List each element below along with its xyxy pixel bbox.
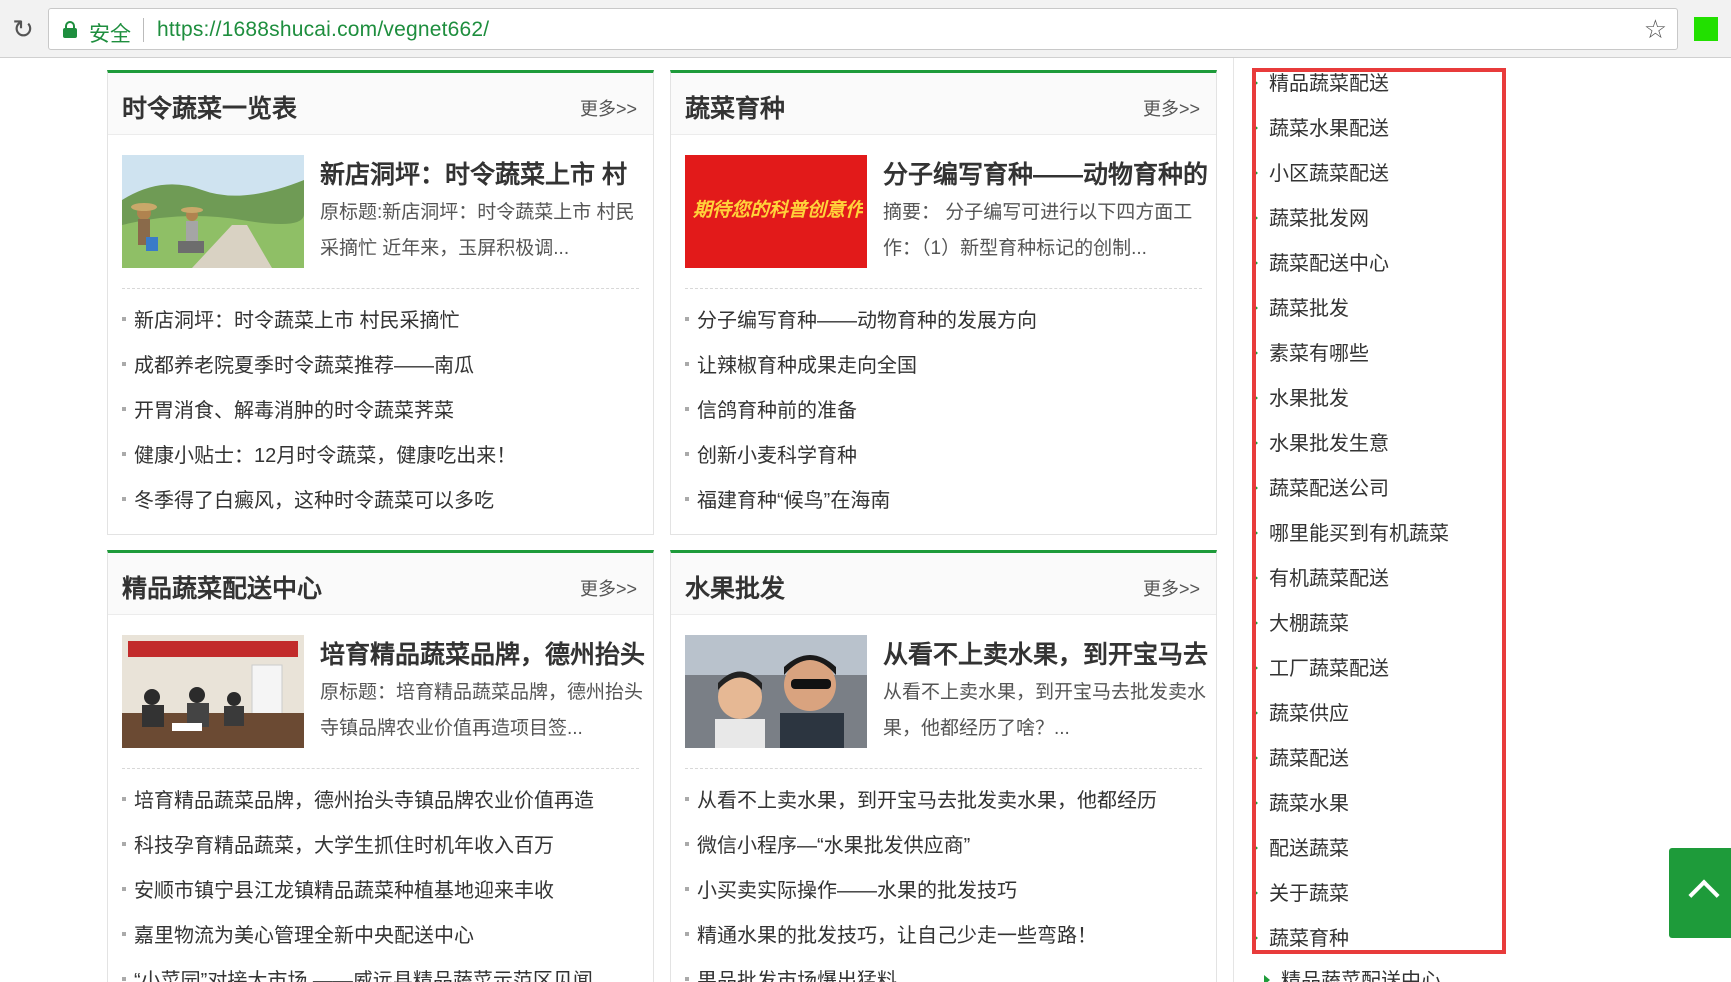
feature-thumbnail[interactable]: 期待您的科普创意作品: [685, 155, 867, 268]
star-icon[interactable]: ☆: [1644, 14, 1667, 45]
list-item[interactable]: 开胃消食、解毒消肿的时令蔬菜荠菜: [122, 389, 643, 434]
feature-title[interactable]: 新店洞坪：时令蔬菜上市 村: [320, 155, 650, 191]
highlight-box: [1252, 68, 1506, 954]
more-link[interactable]: 更多>>: [580, 95, 637, 121]
panel-header: 精品蔬菜配送中心 更多>>: [108, 553, 653, 615]
more-link[interactable]: 更多>>: [580, 575, 637, 601]
list-item[interactable]: 信鸽育种前的准备: [685, 389, 1206, 434]
feature-title[interactable]: 培育精品蔬菜品牌，德州抬头: [320, 635, 650, 671]
chevron-up-icon: [1688, 879, 1720, 911]
divider: [122, 768, 639, 769]
list-item[interactable]: 微信小程序—“水果批发供应商”: [685, 824, 1206, 869]
article-list: 从看不上卖水果，到开宝马去批发卖水果，他都经历 微信小程序—“水果批发供应商” …: [685, 779, 1206, 982]
list-item[interactable]: 创新小麦科学育种: [685, 434, 1206, 479]
list-item[interactable]: 冬季得了白癜风，这种时令蔬菜可以多吃: [122, 479, 643, 524]
address-bar[interactable]: 安全 https://1688shucai.com/vegnet662/ ☆: [48, 8, 1678, 50]
list-item[interactable]: 让辣椒育种成果走向全国: [685, 344, 1206, 389]
feature-description: 原标题：培育精品蔬菜品牌，德州抬头寺镇品牌农业价值再造项目签...: [320, 682, 644, 739]
panel-title: 精品蔬菜配送中心: [122, 575, 323, 603]
extension-icon[interactable]: [1694, 17, 1718, 41]
feature-description: 原标题:新店洞坪：时令蔬菜上市 村民采摘忙 近年来，玉屏积极调...: [320, 202, 635, 259]
feature-thumbnail[interactable]: [122, 155, 304, 268]
list-item[interactable]: 果品批发市场爆出猛料: [685, 959, 1206, 982]
feature-article[interactable]: 从看不上卖水果，到开宝马去 从看不上卖水果，到开宝马去批发卖水果，他都经历了啥？…: [685, 635, 1208, 755]
back-to-top-button[interactable]: [1669, 848, 1731, 938]
list-item[interactable]: 精通水果的批发技巧，让自己少走一些弯路！: [685, 914, 1206, 959]
secure-label: 安全: [89, 23, 131, 46]
feature-article[interactable]: 期待您的科普创意作品 分子编写育种——动物育种的 摘要： 分子编写可进行以下四方…: [685, 155, 1208, 275]
panel-fruit-wholesale: 水果批发 更多>> 从看不上卖水果，到开宝马去 从看不上卖水果，到开宝马去批发卖…: [670, 550, 1217, 982]
article-list: 分子编写育种——动物育种的发展方向 让辣椒育种成果走向全国 信鸽育种前的准备 创…: [685, 299, 1206, 524]
panel-premium-delivery: 精品蔬菜配送中心 更多>> 培育精品蔬菜品牌，德州抬头 原标题：培育精品蔬菜品牌…: [107, 550, 654, 982]
panel-header: 蔬菜育种 更多>>: [671, 73, 1216, 135]
panel-header: 水果批发 更多>>: [671, 553, 1216, 615]
list-item[interactable]: 福建育种“候鸟”在海南: [685, 479, 1206, 524]
address-separator: [143, 18, 144, 42]
list-item[interactable]: 安顺市镇宁县江龙镇精品蔬菜种植基地迎来丰收: [122, 869, 643, 914]
list-item[interactable]: 分子编写育种——动物育种的发展方向: [685, 299, 1206, 344]
list-item[interactable]: 嘉里物流为美心管理全新中央配送中心: [122, 914, 643, 959]
list-item[interactable]: 培育精品蔬菜品牌，德州抬头寺镇品牌农业价值再造: [122, 779, 643, 824]
divider: [685, 768, 1202, 769]
article-list: 新店洞坪：时令蔬菜上市 村民采摘忙 成都养老院夏季时令蔬菜推荐——南瓜 开胃消食…: [122, 299, 643, 524]
panel-vegetable-breeding: 蔬菜育种 更多>> 期待您的科普创意作品 分子编写育种——动物育种的 摘要： 分…: [670, 70, 1217, 535]
list-item[interactable]: 从看不上卖水果，到开宝马去批发卖水果，他都经历: [685, 779, 1206, 824]
panel-title: 时令蔬菜一览表: [122, 95, 298, 123]
article-list: 培育精品蔬菜品牌，德州抬头寺镇品牌农业价值再造 科技孕育精品蔬菜，大学生抓住时机…: [122, 779, 643, 982]
list-item[interactable]: 科技孕育精品蔬菜，大学生抓住时机年收入百万: [122, 824, 643, 869]
panel-seasonal-vegetables: 时令蔬菜一览表 更多>> 新店洞坪：时令蔬菜上市 村 原标题:新店洞坪：时令蔬菜…: [107, 70, 654, 535]
list-item[interactable]: 小买卖实际操作——水果的批发技巧: [685, 869, 1206, 914]
more-link[interactable]: 更多>>: [1143, 95, 1200, 121]
more-link[interactable]: 更多>>: [1143, 575, 1200, 601]
list-item[interactable]: 新店洞坪：时令蔬菜上市 村民采摘忙: [122, 299, 643, 344]
sidebar-tag[interactable]: 精品蔬菜配送中心: [1264, 964, 1441, 982]
list-item[interactable]: “小菜园”对接大市场 ——威远县精品蔬菜示范区见闻: [122, 959, 643, 982]
panel-title: 水果批发: [685, 575, 786, 603]
feature-description: 摘要： 分子编写可进行以下四方面工作：（1）新型育种标记的创制...: [883, 202, 1193, 259]
reload-icon[interactable]: ↻: [8, 14, 38, 44]
feature-description: 从看不上卖水果，到开宝马去批发卖水果，他都经历了啥？...: [883, 682, 1207, 739]
divider: [122, 288, 639, 289]
divider: [685, 288, 1202, 289]
feature-thumbnail[interactable]: [685, 635, 867, 748]
list-item[interactable]: 成都养老院夏季时令蔬菜推荐——南瓜: [122, 344, 643, 389]
triangle-bullet-icon: [1264, 974, 1270, 982]
feature-article[interactable]: 培育精品蔬菜品牌，德州抬头 原标题：培育精品蔬菜品牌，德州抬头寺镇品牌农业价值再…: [122, 635, 645, 755]
feature-title[interactable]: 分子编写育种——动物育种的: [883, 155, 1213, 191]
feature-title[interactable]: 从看不上卖水果，到开宝马去: [883, 635, 1213, 671]
list-item[interactable]: 健康小贴士：12月时令蔬菜，健康吃出来！: [122, 434, 643, 479]
thumbnail-caption: 期待您的科普创意作品: [693, 200, 863, 221]
browser-toolbar: ↻ 安全 https://1688shucai.com/vegnet662/ ☆: [0, 0, 1731, 58]
panel-title: 蔬菜育种: [685, 95, 786, 123]
panel-header: 时令蔬菜一览表 更多>>: [108, 73, 653, 135]
feature-thumbnail[interactable]: [122, 635, 304, 748]
feature-article[interactable]: 新店洞坪：时令蔬菜上市 村 原标题:新店洞坪：时令蔬菜上市 村民采摘忙 近年来，…: [122, 155, 642, 275]
sidebar-divider: [1233, 58, 1234, 982]
lock-icon: [63, 21, 77, 38]
url-text[interactable]: https://1688shucai.com/vegnet662/: [157, 18, 489, 42]
